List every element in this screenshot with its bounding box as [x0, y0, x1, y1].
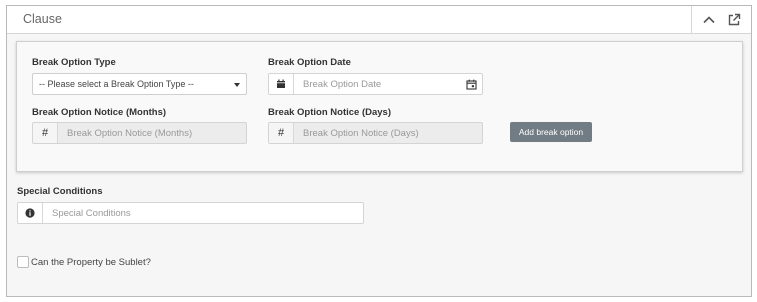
calendar-icon	[277, 79, 285, 88]
hash-addon: #	[269, 123, 294, 143]
panel-title: Clause	[23, 12, 62, 26]
hash-addon: #	[33, 123, 58, 143]
break-option-notice-days-field[interactable]: #	[268, 122, 483, 144]
break-option-date-label: Break Option Date	[268, 57, 351, 68]
break-option-subpanel: Break Option Type -- Please select a Bre…	[16, 41, 743, 172]
break-option-date-field[interactable]	[268, 73, 483, 95]
sublet-checkbox[interactable]	[17, 256, 29, 268]
panel-header: Clause	[7, 6, 751, 34]
special-conditions-label: Special Conditions	[17, 186, 103, 197]
header-divider	[691, 6, 692, 34]
caret-down-icon	[234, 83, 240, 87]
clause-panel: Clause Break Option Type -- Please selec…	[6, 5, 752, 297]
chevron-up-icon	[703, 16, 715, 24]
add-break-option-button[interactable]: Add break option	[510, 122, 592, 142]
calendar-picker-button[interactable]	[460, 74, 482, 94]
external-link-icon	[728, 13, 741, 26]
break-option-date-input[interactable]	[294, 74, 460, 94]
info-addon	[18, 203, 43, 223]
break-option-type-value: -- Please select a Break Option Type --	[39, 79, 194, 89]
calendar-picker-icon	[465, 79, 477, 90]
break-option-notice-months-label: Break Option Notice (Months)	[32, 107, 167, 118]
collapse-button[interactable]	[700, 11, 718, 29]
special-conditions-input[interactable]	[43, 203, 363, 223]
break-option-type-select[interactable]: -- Please select a Break Option Type --	[32, 73, 247, 95]
special-conditions-field[interactable]	[17, 202, 364, 224]
break-option-notice-months-input[interactable]	[58, 123, 246, 143]
popout-button[interactable]	[725, 11, 743, 29]
break-option-notice-days-input[interactable]	[294, 123, 482, 143]
hash-icon: #	[277, 127, 285, 139]
hash-icon: #	[41, 127, 49, 139]
break-option-notice-months-field[interactable]: #	[32, 122, 247, 144]
break-option-type-label: Break Option Type	[32, 57, 116, 68]
break-option-notice-days-label: Break Option Notice (Days)	[268, 107, 391, 118]
calendar-addon	[269, 74, 294, 94]
info-circle-icon	[25, 208, 35, 218]
sublet-label[interactable]: Can the Property be Sublet?	[31, 257, 151, 268]
